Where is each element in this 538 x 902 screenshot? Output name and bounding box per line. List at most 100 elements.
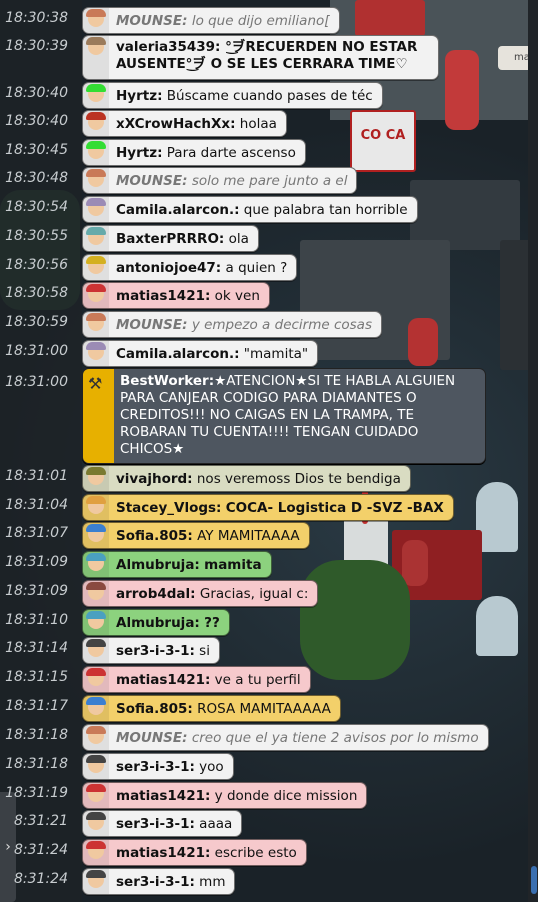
message-username[interactable]: Camila.alarcon.:	[116, 346, 240, 362]
chat-message[interactable]: valeria35439: °͜ヺRECUERDEN NO ESTAR AUSE…	[82, 35, 439, 80]
chat-message[interactable]: ser3-i-3-1: si	[82, 637, 220, 664]
avatar-figure[interactable]	[408, 318, 438, 366]
chat-message[interactable]: Sofia.805: AY MAMITAAAA	[82, 522, 310, 549]
chat-message[interactable]: Sofia.805: ROSA MAMITAAAAA	[82, 695, 341, 722]
message-timestamp: 18:30:56	[5, 257, 68, 273]
avatar-hair	[86, 755, 106, 763]
message-username[interactable]: valeria35439:	[116, 39, 220, 55]
user-avatar[interactable]	[83, 168, 109, 193]
message-username[interactable]: Hyrtz:	[116, 145, 162, 161]
chat-message[interactable]: antoniojoe47: a quien ?	[82, 254, 298, 281]
chat-message[interactable]: ser3-i-3-1: aaaa	[82, 810, 243, 837]
chat-message[interactable]: ser3-i-3-1: mm	[82, 868, 236, 895]
message-text: aaaa	[199, 815, 233, 832]
user-avatar[interactable]	[83, 696, 109, 721]
message-username[interactable]: Almubruja:	[116, 557, 200, 573]
chat-message[interactable]: arrob4dal: Gracias, igual c:	[82, 580, 319, 607]
scrollbar-thumb[interactable]	[531, 866, 537, 894]
avatar-hair	[86, 198, 106, 206]
user-avatar[interactable]	[83, 840, 109, 865]
message-username[interactable]: antoniojoe47:	[116, 260, 221, 276]
user-avatar[interactable]	[83, 581, 109, 606]
message-username[interactable]: Camila.alarcon.:	[116, 202, 240, 218]
chat-scrollbar[interactable]	[528, 0, 538, 902]
chat-message[interactable]: Camila.alarcon.: "mamita"	[82, 340, 319, 367]
user-avatar[interactable]	[83, 523, 109, 548]
message-username[interactable]: BaxterPRRRO:	[116, 231, 224, 247]
message-timestamp: 18:31:04	[5, 497, 68, 513]
user-avatar[interactable]	[83, 869, 109, 894]
avatar-figure[interactable]	[402, 540, 428, 586]
avatar-hair	[86, 812, 106, 820]
user-avatar[interactable]	[83, 283, 109, 308]
message-username[interactable]: MOUNSE:	[116, 173, 188, 189]
message-username[interactable]: matias1421:	[116, 845, 210, 861]
user-avatar[interactable]	[83, 610, 109, 635]
chat-message[interactable]: Hyrtz: Búscame cuando pases de téc	[82, 82, 383, 109]
chat-message[interactable]: matias1421: ve a tu perfil	[82, 666, 311, 693]
user-avatar[interactable]	[83, 140, 109, 165]
user-avatar[interactable]	[83, 495, 109, 520]
message-username[interactable]: ser3-i-3-1:	[116, 759, 195, 775]
user-avatar[interactable]	[83, 754, 109, 779]
message-username[interactable]: ser3-i-3-1:	[116, 874, 195, 890]
avatar-hair	[86, 112, 106, 120]
user-avatar[interactable]	[83, 466, 109, 491]
chat-message[interactable]: MOUNSE: lo que dijo emiliano[	[82, 7, 340, 34]
message-username[interactable]: matias1421:	[116, 788, 210, 804]
chat-message[interactable]: MOUNSE: creo que el ya tiene 2 avisos po…	[82, 724, 489, 751]
chat-message[interactable]: Hyrtz: Para darte ascenso	[82, 139, 306, 166]
message-text: y donde dice mission	[214, 787, 358, 804]
message-content: MOUNSE: y empezo a decirme cosas	[109, 317, 372, 333]
chat-message[interactable]: BaxterPRRRO: ola	[82, 225, 259, 252]
message-username[interactable]: MOUNSE:	[116, 317, 188, 333]
chat-message[interactable]: ser3-i-3-1: yoo	[82, 753, 234, 780]
chat-message[interactable]: matias1421: ok ven	[82, 282, 270, 309]
user-avatar[interactable]	[83, 197, 109, 222]
user-avatar[interactable]	[83, 341, 109, 366]
user-avatar[interactable]	[83, 783, 109, 808]
bot-username[interactable]: BestWorker:	[120, 373, 214, 389]
message-username[interactable]: matias1421:	[116, 288, 210, 304]
message-username[interactable]: xXCrowHachXx:	[116, 116, 235, 132]
message-username[interactable]: Sofia.805:	[116, 528, 193, 544]
message-username[interactable]: arrob4dal:	[116, 586, 196, 602]
user-avatar[interactable]	[83, 8, 109, 33]
message-content: MOUNSE: lo que dijo emiliano[	[109, 13, 330, 29]
user-avatar[interactable]	[83, 312, 109, 337]
user-avatar[interactable]	[83, 638, 109, 663]
user-avatar[interactable]	[83, 725, 109, 750]
message-content: xXCrowHachXx: holaa	[109, 116, 277, 132]
user-avatar[interactable]	[83, 667, 109, 692]
chat-message[interactable]: Camila.alarcon.: que palabra tan horribl…	[82, 196, 418, 223]
chat-message[interactable]: xXCrowHachXx: holaa	[82, 110, 287, 137]
chat-message[interactable]: Almubruja: ??	[82, 609, 230, 636]
message-username[interactable]: Hyrtz:	[116, 88, 162, 104]
message-username[interactable]: matias1421:	[116, 672, 210, 688]
message-username[interactable]: ser3-i-3-1:	[116, 643, 195, 659]
user-avatar[interactable]	[83, 83, 109, 108]
message-username[interactable]: Sofia.805:	[116, 701, 193, 717]
chat-message[interactable]: matias1421: escribe esto	[82, 839, 307, 866]
message-username[interactable]: Stacey_Vlogs:	[116, 500, 221, 516]
message-username[interactable]: Almubruja:	[116, 615, 200, 631]
chat-message[interactable]: vivajhord: nos veremoss Dios te bendiga	[82, 465, 411, 492]
message-username[interactable]: MOUNSE:	[116, 13, 188, 29]
message-username[interactable]: MOUNSE:	[116, 730, 188, 746]
chat-message[interactable]: MOUNSE: solo me pare junto a el	[82, 167, 358, 194]
message-username[interactable]: vivajhord:	[116, 471, 193, 487]
chat-message[interactable]: Stacey_Vlogs: COCA- Logistica D -SVZ -BA…	[82, 494, 454, 521]
user-avatar[interactable]	[83, 552, 109, 577]
avatar-hair	[86, 496, 106, 504]
user-avatar[interactable]	[83, 255, 109, 280]
user-avatar[interactable]	[83, 811, 109, 836]
message-username[interactable]: ser3-i-3-1:	[116, 816, 195, 832]
chat-message[interactable]: MOUNSE: y empezo a decirme cosas	[82, 311, 382, 338]
user-avatar[interactable]	[83, 111, 109, 136]
chat-message[interactable]: matias1421: y donde dice mission	[82, 782, 368, 809]
user-avatar[interactable]	[83, 226, 109, 251]
user-avatar[interactable]	[83, 36, 109, 79]
message-timestamp: 18:30:58	[5, 285, 68, 301]
avatar-figure[interactable]	[445, 50, 479, 130]
chat-message[interactable]: Almubruja: mamita	[82, 551, 272, 578]
